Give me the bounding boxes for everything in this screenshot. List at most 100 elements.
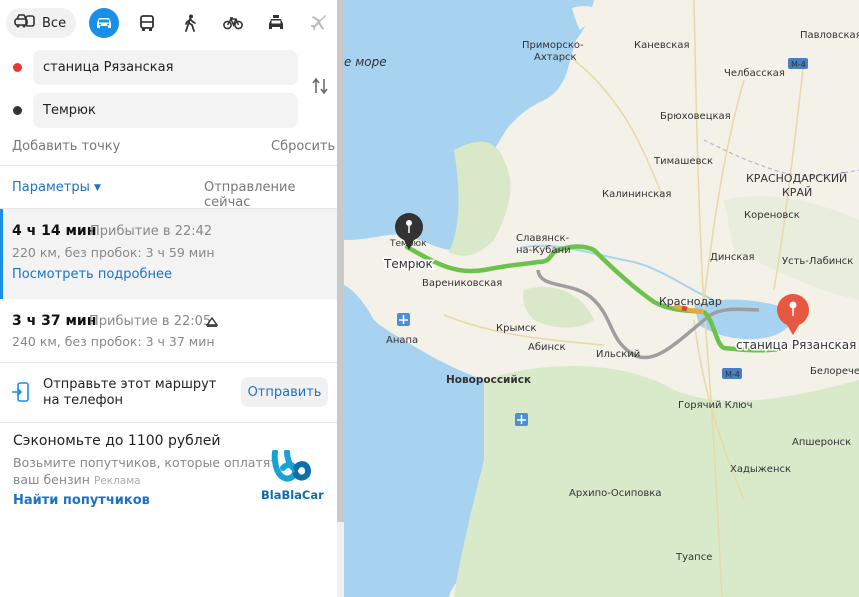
road-badge: М-4: [725, 370, 740, 379]
town-label: Крымск: [496, 323, 536, 334]
mode-walk-button[interactable]: [175, 8, 205, 38]
promo-line2: ваш бензин: [13, 472, 90, 487]
town-label: Калининская: [602, 189, 671, 200]
end-label: станица Рязанская: [736, 338, 856, 352]
send-button[interactable]: Отправить: [241, 377, 328, 407]
transport-mode-bar: Все: [6, 8, 334, 38]
route-panel: Все станица Рязанская Темрюк Добавить то…: [0, 0, 337, 597]
town-label: Абинск: [528, 342, 566, 353]
town-label: Темрюк: [389, 239, 427, 249]
town-label: на-Кубани: [516, 245, 571, 256]
divider: [0, 165, 337, 166]
bicycle-icon: [223, 17, 243, 30]
panel-scrollbar-track: [337, 522, 344, 597]
traffic-jam-segment: [681, 305, 688, 312]
route-details: 220 км, без пробок: 3 ч 59 мин: [12, 245, 215, 260]
promo-line1: Возьмите попутчиков, которые оплатят: [13, 455, 278, 470]
town-label: Апшеронск: [792, 437, 851, 448]
town-label: Динская: [710, 252, 755, 263]
blablacar-icon: [271, 449, 312, 482]
send-route-text: Отправьте этот маршрут на телефон: [43, 377, 216, 409]
mode-taxi-button[interactable]: [261, 8, 291, 38]
mode-bus-button[interactable]: [132, 8, 162, 38]
promo-title: Сэкономьте до 1100 рублей: [13, 433, 221, 449]
origin-input[interactable]: станица Рязанская: [33, 50, 298, 85]
reset-link[interactable]: Сбросить: [271, 139, 335, 154]
sea-label: е море: [344, 55, 387, 69]
region-label-2: КРАЙ: [782, 186, 812, 199]
add-point-link[interactable]: Добавить точку: [12, 139, 120, 154]
swap-icon: [312, 77, 328, 95]
toll-road-icon: [205, 316, 219, 331]
town-label: Павловская: [800, 30, 859, 41]
start-label: Темрюк: [383, 257, 433, 271]
town-label: Тимашевск: [653, 156, 713, 167]
town-label: Варениковская: [422, 278, 502, 289]
town-label: Усть-Лабинск: [782, 256, 853, 267]
region-label-1: КРАСНОДАРСКИЙ: [746, 172, 847, 185]
town-label: Краснодар: [659, 295, 722, 308]
plane-icon: [311, 15, 327, 31]
origin-value: станица Рязанская: [43, 60, 174, 75]
all-modes-icon: [14, 13, 36, 33]
route-details: 240 км, без пробок: 3 ч 37 мин: [12, 334, 215, 349]
panel-scrollbar[interactable]: [337, 0, 344, 522]
town-label: Славянск-: [516, 233, 569, 244]
mode-bicycle-button[interactable]: [218, 8, 248, 38]
map-canvas[interactable]: е море КРАСНОДАРСКИЙ КРАЙ М-4 М-4 Примор…: [344, 0, 859, 597]
town-label: Кореновск: [744, 210, 800, 221]
airport-icon: [397, 313, 410, 326]
origin-dot: [13, 63, 22, 72]
town-label: Новороссийск: [446, 374, 531, 386]
destination-dot: [13, 106, 22, 115]
send-route-line2: на телефон: [43, 393, 124, 408]
divider: [0, 422, 337, 423]
route-option-2[interactable]: 3 ч 37 мин Прибытие в 22:05 240 км, без …: [0, 300, 337, 362]
route-arrival: Прибытие в 22:42: [90, 224, 213, 239]
route-option-1[interactable]: 4 ч 14 мин Прибытие в 22:42 220 км, без …: [0, 209, 337, 299]
mode-car-button[interactable]: [89, 8, 120, 38]
walk-icon: [185, 14, 196, 32]
town-label: Анапа: [386, 335, 418, 346]
bus-icon: [140, 15, 154, 31]
blablacar-logo[interactable]: BlaBlaCar: [261, 449, 324, 502]
destination-value: Темрюк: [43, 103, 96, 118]
town-label: Горячий Ключ: [678, 400, 752, 411]
town-label: Челбасская: [724, 68, 785, 79]
parameters-label: Параметры: [12, 180, 90, 195]
car-icon: [97, 18, 112, 28]
route-duration: 4 ч 14 мин: [12, 223, 97, 239]
map-view[interactable]: е море КРАСНОДАРСКИЙ КРАЙ М-4 М-4 Примор…: [344, 0, 859, 597]
town-label: Каневская: [634, 40, 690, 51]
road-badge: М-4: [791, 60, 806, 69]
town-label: Белоречен: [810, 366, 859, 377]
ad-label: Реклама: [93, 475, 141, 487]
route-duration: 3 ч 37 мин: [12, 313, 97, 329]
departure-time-selector[interactable]: Отправление сейчас: [204, 180, 337, 210]
divider: [0, 362, 337, 363]
town-label: Хадыженск: [730, 464, 791, 475]
parameters-dropdown[interactable]: Параметры ▼: [12, 180, 101, 195]
route-more-link[interactable]: Посмотреть подробнее: [12, 267, 172, 282]
send-route-line1: Отправьте этот маршрут: [43, 377, 217, 392]
route-arrival: Прибытие в 22:05: [89, 314, 212, 329]
chevron-down-icon: ▼: [94, 183, 101, 193]
town-label: Приморско-: [522, 40, 584, 51]
mode-all-label: Все: [42, 15, 67, 31]
taxi-icon: [269, 15, 284, 29]
mountain-forest: [454, 366, 859, 597]
town-label: Туапсе: [675, 552, 712, 563]
airport-icon: [515, 413, 528, 426]
destination-input[interactable]: Темрюк: [33, 93, 298, 128]
mode-all-button[interactable]: Все: [6, 8, 77, 38]
town-label: Брюховецкая: [660, 111, 731, 122]
phone-send-icon: [12, 382, 30, 406]
town-label: Ильский: [596, 349, 640, 360]
promo-text: Возьмите попутчиков, которые оплатят ваш…: [13, 454, 278, 490]
find-companions-link[interactable]: Найти попутчиков: [13, 493, 150, 508]
town-label: Ахтарск: [534, 52, 577, 63]
mode-plane-button[interactable]: [304, 8, 334, 38]
blablacar-wordmark: BlaBlaCar: [261, 488, 324, 502]
swap-points-button[interactable]: [312, 77, 328, 99]
town-label: Архипо-Осиповка: [569, 488, 661, 499]
